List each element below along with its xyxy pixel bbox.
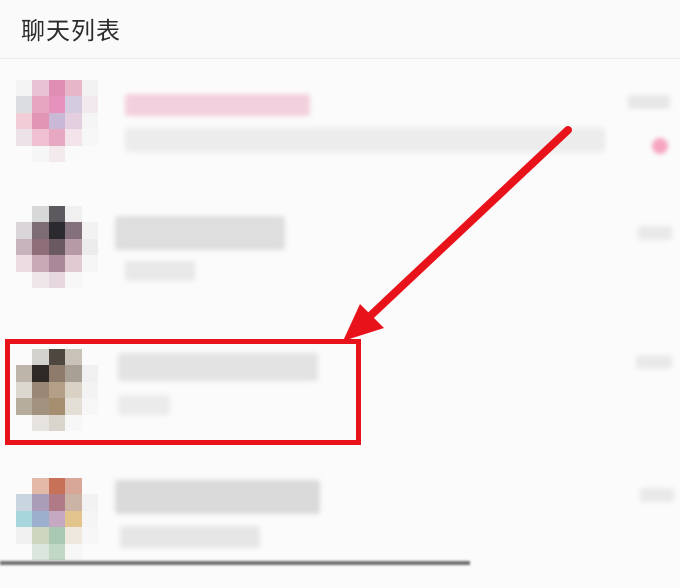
avatar-pixel <box>48 494 66 511</box>
avatar-pixel <box>81 129 98 146</box>
avatar-pixel <box>16 255 33 272</box>
avatar-pixel <box>48 255 66 272</box>
avatar-pixel <box>81 206 98 223</box>
avatar-pixel <box>48 145 66 162</box>
avatar-pixel <box>32 271 49 288</box>
avatar-pixel <box>48 206 66 223</box>
avatar-pixel <box>48 478 66 495</box>
avatar-pixel <box>65 112 82 130</box>
avatar-pixel <box>16 145 33 162</box>
unread-badge <box>652 138 668 154</box>
contact-name-redacted <box>115 216 285 250</box>
avatar-pixel <box>48 238 66 256</box>
avatar-pixel <box>65 222 82 239</box>
avatar-pixel <box>48 129 66 146</box>
avatar-pixel <box>32 112 49 130</box>
avatar-pixel <box>65 129 82 146</box>
avatar-pixel <box>48 543 66 560</box>
avatar-pixel <box>81 255 98 272</box>
avatar-pixel <box>16 478 33 495</box>
timestamp-redacted <box>628 95 670 109</box>
avatar-pixel <box>48 510 66 528</box>
avatar-pixel <box>16 96 33 113</box>
avatar-pixel <box>65 206 82 223</box>
avatar-pixel <box>81 222 98 239</box>
contact-name-redacted <box>115 480 320 514</box>
avatar-pixel <box>65 271 82 288</box>
avatar-pixel <box>16 510 33 528</box>
page-title: 聊天列表 <box>21 17 121 45</box>
message-preview-redacted <box>125 128 605 152</box>
avatar-pixel <box>81 271 98 288</box>
avatar-pixel <box>65 80 82 97</box>
avatar-pixel <box>65 494 82 511</box>
highlight-box <box>5 339 361 445</box>
avatar-pixel <box>65 543 82 560</box>
chat-list-header: 聊天列表 <box>0 0 680 59</box>
avatar-pixel <box>16 222 33 239</box>
avatar-pixel <box>32 129 49 146</box>
timestamp-redacted <box>636 355 672 369</box>
avatar-pixel <box>48 222 66 239</box>
avatar <box>16 478 98 560</box>
avatar-pixel <box>81 145 98 162</box>
avatar-pixel <box>16 494 33 511</box>
timestamp-redacted <box>640 488 674 502</box>
avatar-pixel <box>32 510 49 528</box>
avatar-pixel <box>81 510 98 528</box>
chat-list-item[interactable] <box>0 196 680 326</box>
avatar-pixel <box>81 238 98 256</box>
message-preview-redacted <box>125 261 195 281</box>
avatar-pixel <box>16 206 33 223</box>
avatar-pixel <box>48 527 66 544</box>
avatar-pixel <box>65 145 82 162</box>
avatar-pixel <box>65 238 82 256</box>
avatar-pixel <box>65 96 82 113</box>
avatar-pixel <box>65 510 82 528</box>
avatar-pixel <box>32 543 49 560</box>
avatar-pixel <box>16 112 33 130</box>
avatar-pixel <box>81 494 98 511</box>
scroll-indicator <box>0 561 470 565</box>
avatar-pixel <box>16 543 33 560</box>
avatar-pixel <box>32 255 49 272</box>
avatar-pixel <box>16 80 33 97</box>
avatar-pixel <box>48 96 66 113</box>
avatar-pixel <box>32 206 49 223</box>
avatar-pixel <box>65 527 82 544</box>
avatar-pixel <box>48 271 66 288</box>
avatar-pixel <box>32 478 49 495</box>
avatar-pixel <box>32 145 49 162</box>
avatar-pixel <box>16 129 33 146</box>
avatar-pixel <box>48 80 66 97</box>
avatar-pixel <box>32 494 49 511</box>
avatar-pixel <box>81 543 98 560</box>
avatar-pixel <box>32 222 49 239</box>
avatar-pixel <box>48 112 66 130</box>
avatar-pixel <box>65 255 82 272</box>
avatar-pixel <box>32 527 49 544</box>
avatar-pixel <box>81 112 98 130</box>
avatar-pixel <box>32 96 49 113</box>
avatar-pixel <box>81 527 98 544</box>
avatar-pixel <box>16 527 33 544</box>
avatar-pixel <box>65 478 82 495</box>
contact-name-redacted <box>125 94 310 116</box>
message-preview-redacted <box>120 526 260 548</box>
avatar <box>16 80 98 162</box>
avatar-pixel <box>81 96 98 113</box>
avatar-pixel <box>16 271 33 288</box>
avatar-pixel <box>16 238 33 256</box>
avatar-pixel <box>81 80 98 97</box>
avatar <box>16 206 98 288</box>
timestamp-redacted <box>638 226 672 240</box>
chat-list-item[interactable] <box>0 70 680 200</box>
chat-list-item[interactable] <box>0 458 680 588</box>
avatar-pixel <box>81 478 98 495</box>
avatar-pixel <box>32 80 49 97</box>
avatar-pixel <box>32 238 49 256</box>
